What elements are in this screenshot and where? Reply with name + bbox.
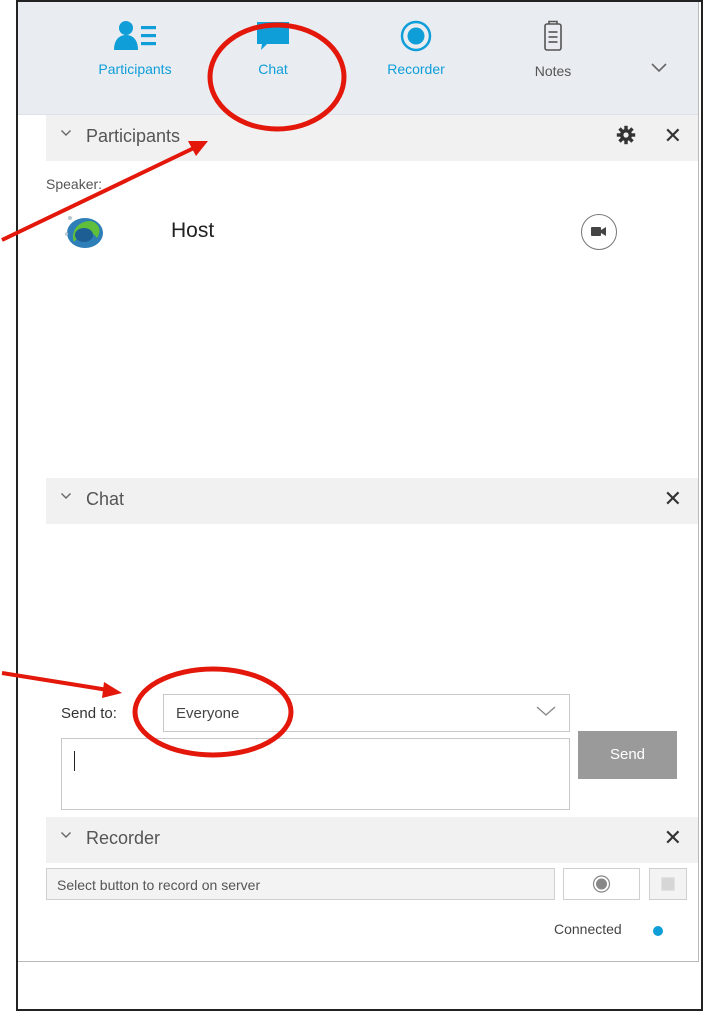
recorder-section-title: Recorder: [86, 828, 161, 848]
participants-section-header[interactable]: Participants ✕: [46, 115, 698, 161]
notes-icon: [544, 20, 562, 51]
connection-status: Connected: [554, 921, 622, 937]
toolbar-participants-button[interactable]: Participants: [80, 20, 190, 77]
toolbar-chat-button[interactable]: Chat: [218, 20, 328, 77]
participants-icon: [114, 21, 156, 50]
send-to-label: Send to:: [61, 705, 117, 722]
collapse-chevron-icon[interactable]: [60, 830, 72, 840]
record-button[interactable]: [563, 868, 640, 900]
close-icon[interactable]: ✕: [664, 123, 682, 149]
chat-section-title: Chat: [86, 489, 125, 509]
record-server-field: Select button to record on server: [46, 868, 555, 900]
video-camera-button[interactable]: [581, 214, 617, 250]
collapse-chevron-icon[interactable]: [60, 491, 72, 501]
toolbar-chat-label: Chat: [258, 61, 288, 77]
record-hint: Select button to record on server: [57, 877, 261, 893]
close-icon[interactable]: ✕: [664, 825, 682, 851]
collapse-chevron-icon[interactable]: [60, 128, 72, 138]
toolbar-recorder-button[interactable]: Recorder: [361, 20, 471, 77]
status-indicator-icon: [653, 926, 663, 936]
video-camera-icon: [591, 227, 606, 236]
close-icon[interactable]: ✕: [664, 486, 682, 512]
screenshot-frame: Participants Chat Recorder Notes Partici…: [16, 0, 703, 1011]
host-name: Host: [171, 219, 215, 242]
chat-section-header[interactable]: Chat ✕: [46, 478, 698, 524]
stop-button[interactable]: [649, 868, 687, 900]
send-button[interactable]: Send: [578, 731, 677, 779]
panel-toolbar: Participants Chat Recorder Notes: [18, 2, 698, 115]
chat-message-input[interactable]: [61, 738, 570, 810]
participants-section-title: Participants: [86, 126, 181, 146]
toolbar-notes-label: Notes: [534, 63, 572, 79]
text-cursor: [74, 751, 75, 771]
send-to-value: Everyone: [176, 705, 240, 722]
record-icon: [592, 875, 611, 893]
stop-icon: [661, 877, 675, 891]
recorder-icon: [400, 20, 432, 52]
meeting-side-panel: Participants Chat Recorder Notes Partici…: [18, 2, 699, 962]
chevron-down-icon: [536, 706, 556, 716]
speaker-label: Speaker:: [46, 176, 103, 192]
toolbar-notes-button[interactable]: Notes: [498, 20, 608, 79]
host-avatar: [64, 216, 103, 248]
toolbar-recorder-label: Recorder: [387, 61, 445, 77]
toolbar-participants-label: Participants: [98, 61, 172, 77]
chevron-down-icon[interactable]: [650, 62, 668, 74]
recorder-section-header[interactable]: Recorder ✕: [46, 817, 698, 863]
send-to-select[interactable]: Everyone: [163, 694, 570, 732]
gear-icon[interactable]: [616, 125, 636, 145]
chat-icon: [257, 22, 289, 50]
